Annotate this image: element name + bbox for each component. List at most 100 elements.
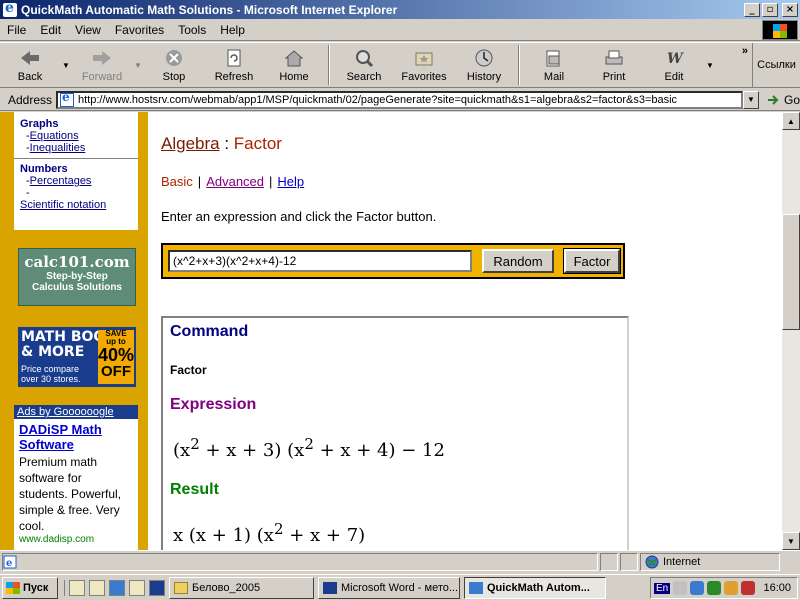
breadcrumb: Algebra : Factor (161, 134, 282, 154)
refresh-button[interactable]: Refresh (204, 43, 264, 87)
factor-button[interactable]: Factor (563, 248, 621, 274)
stop-label: Stop (162, 71, 186, 83)
back-button[interactable]: Back (0, 43, 60, 87)
menu-help[interactable]: Help (213, 23, 252, 37)
tray-app-icon[interactable] (707, 581, 722, 595)
toolbar-more-chevron[interactable]: » (742, 45, 748, 57)
calc-ad-line1: Step-by-Step (46, 271, 108, 282)
left-sidebar: Graphs -Equations -Inequalities Numbers … (0, 112, 148, 550)
tray-monitor-icon[interactable] (724, 581, 739, 595)
search-icon (356, 50, 374, 68)
go-button[interactable]: Go (767, 93, 800, 107)
nav-link-percentages[interactable]: Percentages (30, 175, 92, 187)
scroll-thumb[interactable] (782, 214, 800, 330)
google-ad-header-link[interactable]: Ads by Goooooogle (14, 405, 138, 419)
mail-button[interactable]: Mail (524, 43, 584, 87)
menu-favorites[interactable]: Favorites (108, 23, 171, 37)
back-dropdown-arrow[interactable]: ▼ (60, 43, 72, 87)
tab-help[interactable]: Help (277, 174, 304, 189)
expression-input[interactable]: (x^2+x+3)(x^2+x+4)-12 (168, 250, 472, 272)
nav-link-inequalities[interactable]: Inequalities (30, 142, 86, 154)
edit-button[interactable]: W Edit (644, 43, 704, 87)
scroll-up-button[interactable]: ▲ (782, 112, 800, 130)
tray-security-icon[interactable] (741, 581, 756, 595)
window-title: QuickMath Automatic Math Solutions - Mic… (21, 2, 398, 17)
task-folder-belovo[interactable]: Белово_2005 (169, 576, 314, 599)
math-books-ad-banner[interactable]: MATH BOOKS & MORE Price compare over 30 … (18, 327, 136, 387)
page-viewport: Graphs -Equations -Inequalities Numbers … (0, 112, 782, 550)
tab-basic[interactable]: Basic (161, 174, 193, 189)
links-button[interactable]: Ссылки (752, 43, 800, 87)
toolbar: Back ▼ Forward ▼ Stop Refresh Home Searc… (0, 42, 800, 88)
svg-text:W: W (667, 51, 684, 67)
favorites-label: Favorites (401, 71, 447, 83)
home-button[interactable]: Home (264, 43, 324, 87)
nav-divider (14, 158, 138, 159)
quicklaunch-ie-icon[interactable] (109, 579, 125, 596)
breadcrumb-algebra-link[interactable]: Algebra (161, 134, 220, 153)
menu-tools[interactable]: Tools (171, 23, 213, 37)
start-button[interactable]: Пуск (2, 576, 58, 599)
stop-button[interactable]: Stop (144, 43, 204, 87)
word-icon (323, 581, 337, 594)
edit-dropdown-arrow[interactable]: ▼ (704, 43, 716, 87)
minimize-button[interactable]: _ (744, 2, 760, 17)
page-icon (60, 92, 75, 107)
scroll-down-button[interactable]: ▼ (782, 532, 800, 550)
status-pane (620, 552, 638, 571)
address-dropdown-button[interactable]: ▼ (743, 90, 759, 109)
task-quickmath-ie[interactable]: QuickMath Autom... (464, 576, 606, 599)
word-edit-icon: W (667, 51, 684, 67)
printer-icon (605, 50, 623, 65)
page-status-icon: e (3, 555, 17, 569)
task-microsoft-word[interactable]: Microsoft Word - мето... (318, 576, 460, 599)
nav-link-scientific-notation[interactable]: Scientific notation (20, 199, 106, 211)
quicklaunch-edit-icon[interactable] (69, 579, 85, 596)
maximize-button[interactable]: ▫ (762, 2, 778, 17)
close-button[interactable]: × (782, 2, 798, 17)
quicklaunch-pen-icon[interactable] (89, 579, 105, 596)
random-button[interactable]: Random (482, 249, 554, 273)
menu-file[interactable]: File (0, 23, 33, 37)
network-tray-icon[interactable] (690, 581, 705, 595)
menu-edit[interactable]: Edit (33, 23, 68, 37)
stop-icon (166, 50, 182, 66)
mode-tabs: Basic | Advanced | Help (161, 174, 304, 189)
quicklaunch-network-icon[interactable] (129, 579, 145, 596)
result-panel: Command Factor Expression (x2 + x + 3) (… (161, 316, 629, 550)
command-value: Factor (170, 363, 207, 377)
books-ad-line4: over 30 stores. (21, 374, 81, 384)
tab-advanced[interactable]: Advanced (206, 174, 264, 189)
speaker-icon[interactable] (673, 581, 688, 595)
tab-divider: | (197, 174, 202, 189)
command-heading: Command (170, 323, 249, 340)
windows-flag-icon (6, 581, 20, 594)
google-ad-title-link[interactable]: DADiSP Math Software (14, 419, 138, 452)
address-label: Address (8, 92, 53, 107)
nav-link-equations[interactable]: Equations (30, 130, 79, 142)
forward-dropdown-arrow[interactable]: ▼ (132, 43, 144, 87)
google-ad-url[interactable]: www.dadisp.com (14, 534, 138, 545)
history-button[interactable]: History (454, 43, 514, 87)
back-label: Back (17, 71, 43, 83)
address-input[interactable]: http://www.hostsrv.com/webmab/app1/MSP/q… (56, 90, 743, 109)
go-label: Go (783, 92, 800, 107)
forward-button[interactable]: Forward (72, 43, 132, 87)
numbers-heading: Numbers (20, 163, 68, 175)
quicklaunch-desktop-icon[interactable] (149, 579, 165, 596)
svg-text:e: e (6, 558, 12, 569)
favorites-button[interactable]: Favorites (394, 43, 454, 87)
task-label: Белово_2005 (192, 581, 261, 594)
google-text-ad: Ads by Goooooogle DADiSP Math Software P… (14, 405, 138, 550)
vertical-scrollbar[interactable]: ▲ ▼ (782, 112, 800, 550)
toolbar-separator (328, 45, 330, 85)
folder-icon (174, 581, 188, 594)
print-button[interactable]: Print (584, 43, 644, 87)
start-label: Пуск (23, 581, 49, 594)
search-button[interactable]: Search (334, 43, 394, 87)
language-indicator[interactable]: En (654, 582, 671, 594)
favorites-folder-icon (415, 52, 433, 66)
calc101-ad-banner[interactable]: calc101.com Step-by-Step Calculus Soluti… (18, 248, 136, 306)
menu-view[interactable]: View (68, 23, 108, 37)
quick-launch (64, 579, 165, 596)
